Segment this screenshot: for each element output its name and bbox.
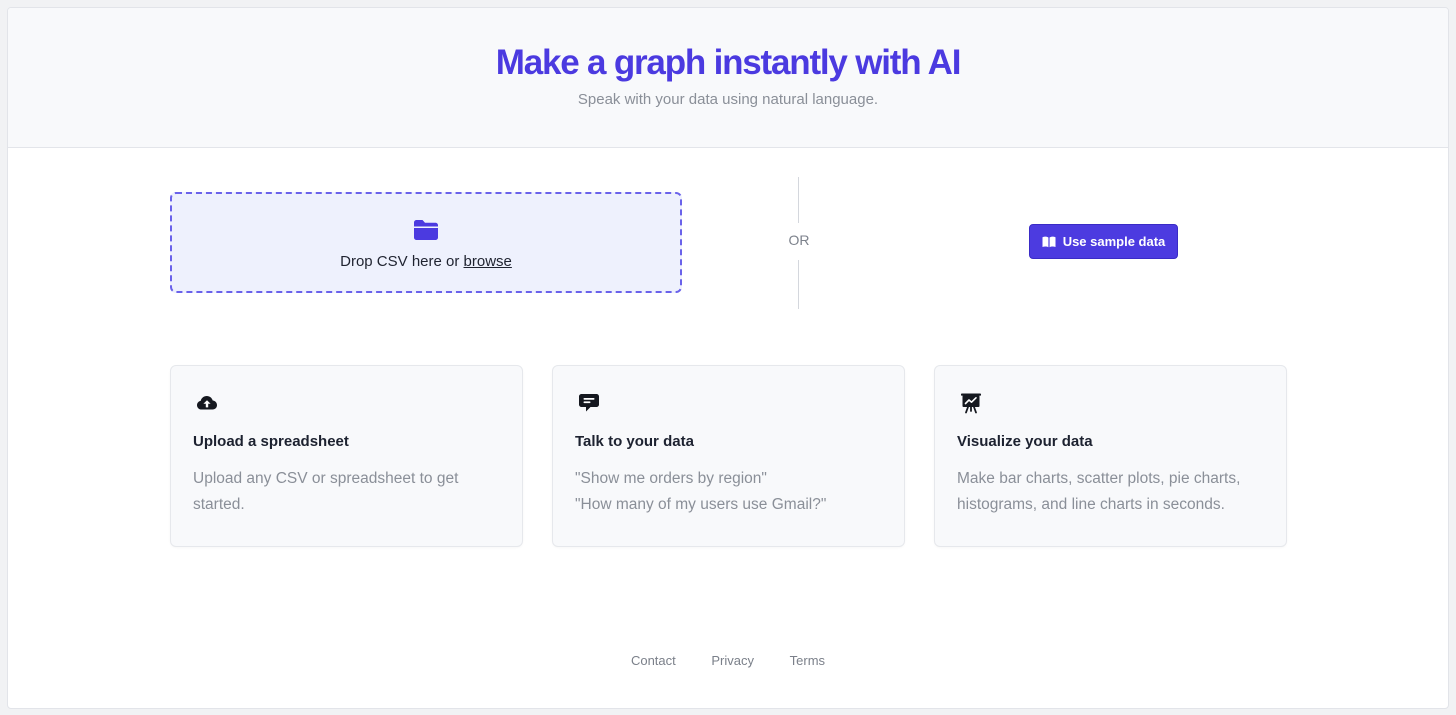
feature-card-visualize: Visualize your data Make bar charts, sca… (934, 365, 1287, 547)
feature-title: Visualize your data (957, 433, 1093, 450)
dropzone-text: Drop CSV here or (340, 253, 464, 270)
cloud-upload-icon (197, 396, 217, 410)
page-title: Make a graph instantly with AI (495, 43, 962, 82)
feature-card-upload: Upload a spreadsheet Upload any CSV or s… (170, 365, 523, 547)
feature-description-line: Upload any CSV or spreadsheet to get (193, 470, 459, 487)
feature-description-line: "Show me orders by region" (575, 470, 767, 487)
feature-title: Upload a spreadsheet (193, 433, 349, 450)
footer-link-terms[interactable]: Terms (790, 653, 825, 668)
dropzone-label: Drop CSV here or browse (172, 252, 680, 272)
app-window: Make a graph instantly with AI Speak wit… (7, 7, 1449, 709)
footer-link-contact[interactable]: Contact (631, 653, 676, 668)
or-label: OR (788, 232, 810, 248)
presentation-chart-icon (961, 393, 981, 414)
hero-header: Make a graph instantly with AI Speak wit… (8, 8, 1448, 148)
footer-link-privacy[interactable]: Privacy (711, 653, 754, 668)
divider-line-bottom (798, 260, 799, 309)
book-icon (1042, 236, 1056, 247)
feature-card-talk: Talk to your data "Show me orders by reg… (552, 365, 905, 547)
feature-description: Upload any CSV or spreadsheet to get sta… (193, 466, 493, 518)
csv-dropzone[interactable]: Drop CSV here or browse (170, 192, 682, 293)
feature-description-line: histograms, and line charts in seconds. (957, 496, 1225, 513)
divider-line-top (798, 177, 799, 223)
use-sample-data-button[interactable]: Use sample data (1029, 224, 1178, 259)
folder-icon (414, 220, 438, 240)
browse-link[interactable]: browse (464, 253, 512, 270)
footer-links: Contact Privacy Terms (8, 653, 1448, 668)
feature-description-line: Make bar charts, scatter plots, pie char… (957, 470, 1241, 487)
use-sample-data-label: Use sample data (1062, 234, 1166, 249)
feature-description: "Show me orders by region" "How many of … (575, 466, 875, 518)
feature-description-line: started. (193, 496, 245, 513)
chat-bubble-icon (579, 394, 599, 412)
feature-title: Talk to your data (575, 433, 694, 450)
feature-description-line: "How many of my users use Gmail?" (575, 496, 827, 513)
page-subtitle: Speak with your data using natural langu… (577, 91, 879, 108)
feature-description: Make bar charts, scatter plots, pie char… (957, 466, 1257, 518)
